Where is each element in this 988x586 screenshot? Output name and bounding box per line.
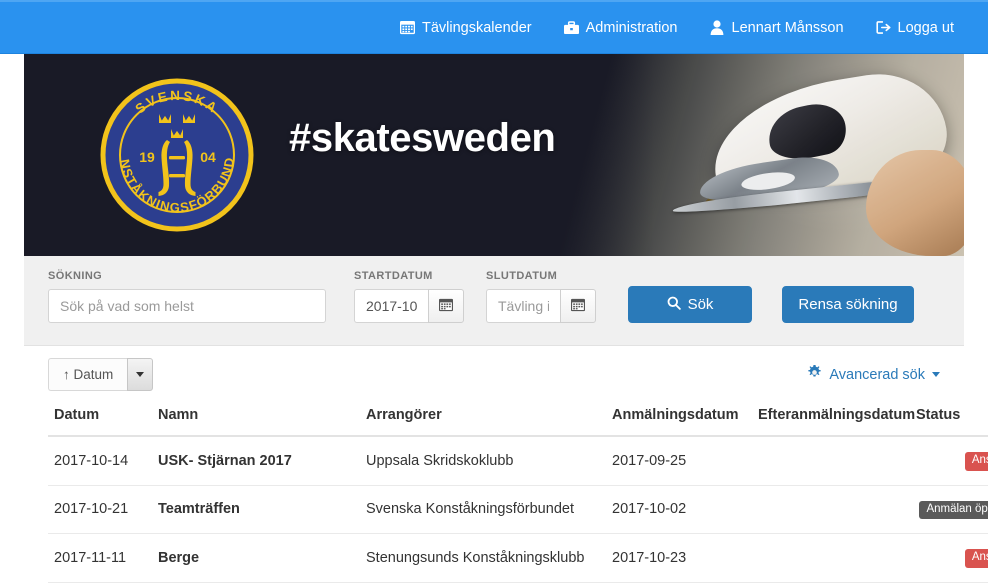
hero-banner: SVENSKA KONSTÅKNINGSFÖRBUNDET [24,54,964,256]
nav-item-user-profile[interactable]: Lennart Månsson [694,2,860,54]
cell-status: Ansökt [910,533,988,583]
table-body: 2017-10-14 USK- Stjärnan 2017 Uppsala Sk… [48,436,988,583]
clear-search-button[interactable]: Rensa sökning [782,286,914,323]
sign-out-icon [875,20,891,35]
search-icon [667,296,681,314]
nav-label-tavlingskalender: Tävlingskalender [422,19,532,36]
cell-namn: USK- Stjärnan 2017 [152,436,360,486]
cell-arrangorer: Svenska Konståkningsförbundet [360,485,606,534]
calendar-icon [571,298,585,315]
cell-efteranmalningsdatum [752,485,910,534]
end-date-input[interactable] [486,289,560,323]
table-row[interactable]: 2017-10-21 Teamträffen Svenska Konståkni… [48,485,988,534]
table-row[interactable]: 2017-10-14 USK- Stjärnan 2017 Uppsala Sk… [48,436,988,486]
table-row[interactable]: 2017-11-11 Berge Stenungsunds Konståknin… [48,533,988,583]
gear-icon [807,365,822,384]
cell-namn: Teamträffen [152,485,360,534]
user-icon [710,20,725,35]
start-date-calendar-button[interactable] [428,289,464,323]
top-navbar: Tävlingskalender Administration Lennart … [0,0,988,54]
status-badge: Anmälan öppen [919,500,988,519]
competitions-table: Datum Namn Arrangörer Anmälningsdatum Ef… [48,397,988,583]
cell-datum: 2017-10-21 [48,485,152,534]
search-query-group: SÖKNING [48,270,326,323]
column-header-arrangorer[interactable]: Arrangörer [360,397,606,437]
calendar-icon [439,298,453,315]
status-badge: Ansökt [964,549,988,568]
nav-label-user-name: Lennart Månsson [731,19,844,36]
sort-select-value[interactable]: ↑ Datum [48,358,128,391]
nav-item-administration[interactable]: Administration [548,2,694,54]
column-header-datum[interactable]: Datum [48,397,152,437]
cell-namn: Berge [152,533,360,583]
competitions-table-wrapper: Datum Namn Arrangörer Anmälningsdatum Ef… [24,397,988,583]
cell-anmalningsdatum: 2017-09-25 [606,436,752,486]
table-header-row: Datum Namn Arrangörer Anmälningsdatum Ef… [48,397,988,437]
chevron-down-icon [136,372,145,377]
startdate-label: STARTDATUM [354,270,433,282]
enddate-group: SLUTDATUM [486,270,596,323]
logo-year-right: 04 [200,149,216,165]
page-container: SVENSKA KONSTÅKNINGSFÖRBUNDET [24,54,988,583]
cell-efteranmalningsdatum [752,436,910,486]
advanced-search-toggle[interactable]: Avancerad sök [807,365,940,384]
search-button[interactable]: Sök [628,286,752,323]
federation-logo: SVENSKA KONSTÅKNINGSFÖRBUNDET [94,66,254,232]
column-header-efteranmalningsdatum[interactable]: Efteranmälningsdatum [752,397,915,437]
search-button-label: Sök [687,296,714,313]
nav-item-tavlingskalender[interactable]: Tävlingskalender [384,2,548,54]
chevron-down-icon [932,372,940,377]
cell-status: Ansökt [910,436,988,486]
results-toolbar: ↑ Datum Avancerad sök [24,346,964,397]
briefcase-icon [563,20,579,35]
cell-efteranmalningsdatum [752,533,910,583]
column-header-anmalningsdatum[interactable]: Anmälningsdatum [606,397,752,437]
sort-select[interactable]: ↑ Datum [48,358,154,391]
cell-arrangorer: Stenungsunds Konståkningsklubb [360,533,606,583]
hero-title: #skatesweden [289,116,556,160]
cell-anmalningsdatum: 2017-10-23 [606,533,752,583]
cell-datum: 2017-10-14 [48,436,152,486]
clear-search-button-label: Rensa sökning [798,296,898,313]
table-head: Datum Namn Arrangörer Anmälningsdatum Ef… [48,397,988,437]
search-input[interactable] [48,289,326,323]
start-date-input[interactable] [354,289,428,323]
calendar-icon [400,20,415,35]
nav-item-logga-ut[interactable]: Logga ut [860,2,970,54]
column-header-namn[interactable]: Namn [152,397,360,437]
nav-label-logga-ut: Logga ut [897,19,954,36]
cell-anmalningsdatum: 2017-10-02 [606,485,752,534]
end-date-calendar-button[interactable] [560,289,596,323]
column-header-status[interactable]: Status [910,397,988,437]
nav-label-administration: Administration [585,19,678,36]
search-panel: SÖKNING STARTDATUM [24,256,964,346]
startdate-group: STARTDATUM [354,270,464,323]
cell-status: Anmälan öppen [910,485,988,534]
logo-year-left: 19 [139,149,155,165]
advanced-search-label: Avancerad sök [829,366,925,383]
enddate-label: SLUTDATUM [486,270,558,282]
cell-datum: 2017-11-11 [48,533,152,583]
sort-select-arrow-button[interactable] [127,358,154,391]
cell-arrangorer: Uppsala Skridskoklubb [360,436,606,486]
status-badge: Ansökt [964,452,988,471]
search-query-label: SÖKNING [48,270,103,282]
